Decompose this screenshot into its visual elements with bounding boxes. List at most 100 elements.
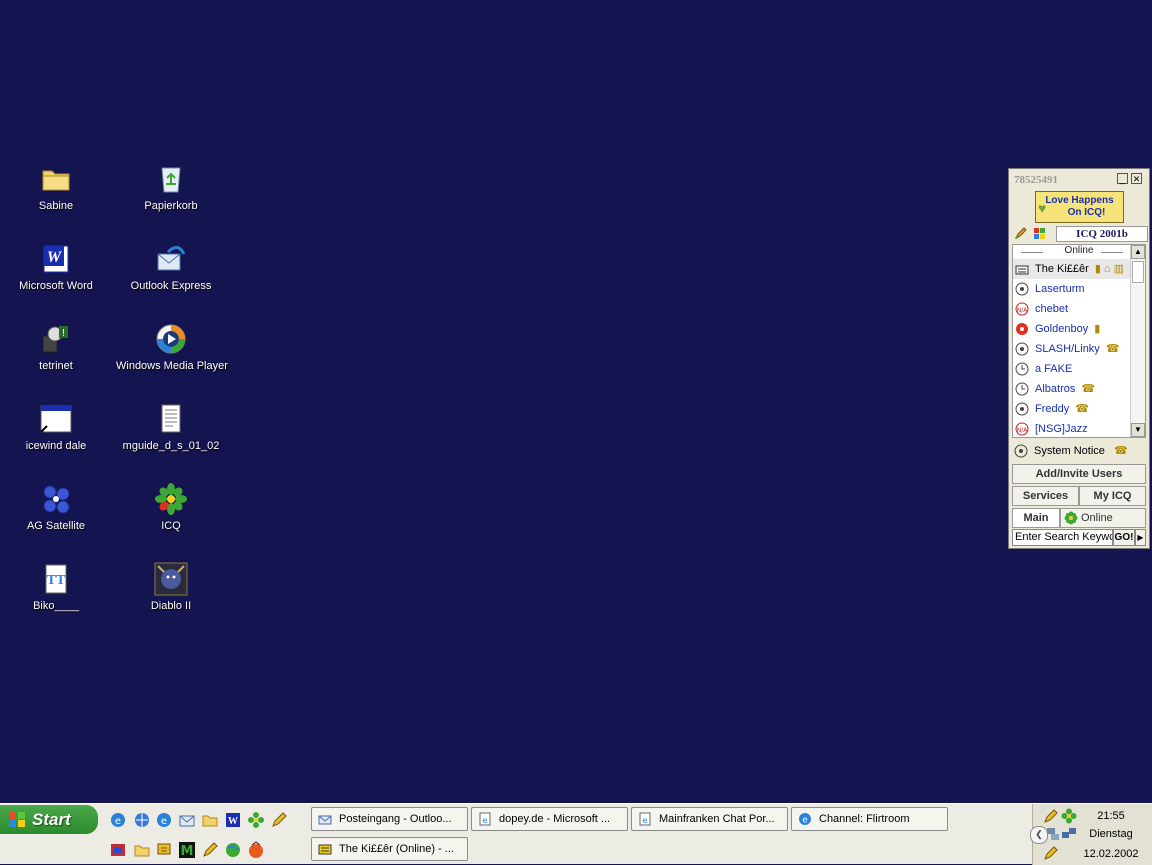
svg-text:W: W [228, 816, 238, 827]
pencil-tray-icon[interactable] [1043, 808, 1059, 824]
ie-quicklaunch-icon[interactable]: e [109, 811, 127, 829]
icq-ad-banner[interactable]: ♥ Love Happens On ICQ! [1035, 191, 1124, 223]
clock-day[interactable]: Dienstag [1081, 828, 1141, 840]
icq-flower-tray-icon[interactable] [1061, 808, 1077, 824]
desktop-icon-label: AG Satellite [26, 520, 86, 532]
icq-uin: 78525491 [1014, 174, 1058, 186]
contact-row[interactable]: N/A chebet [1013, 299, 1145, 319]
pencil-tray-icon[interactable] [1043, 845, 1059, 861]
contact-feature-icons: ☎ [1081, 383, 1096, 395]
start-button[interactable]: Start [0, 805, 98, 834]
desktop-icon-label: Windows Media Player [116, 360, 228, 372]
main-button[interactable]: Main [1012, 508, 1060, 528]
arrow-right-icon[interactable]: ▶ [1135, 529, 1146, 546]
desktop-icon-outlook-express[interactable]: Outlook Express [116, 242, 226, 292]
scroll-thumb[interactable] [1132, 261, 1144, 283]
group-header-online[interactable]: Online [1013, 245, 1145, 259]
ie-icon: e [799, 813, 811, 826]
task-button-channel-flirtroom[interactable]: e Channel: Flirtroom [791, 807, 948, 831]
app-quicklaunch-icon[interactable] [109, 841, 127, 859]
contact-name: SLASH/Linky [1035, 343, 1100, 355]
desktop-icon-diablo-ii[interactable]: Diablo II [116, 562, 226, 612]
scroll-down-icon[interactable]: ▼ [1131, 423, 1145, 437]
desktop-icon-biko[interactable]: TT Biko____ [1, 562, 111, 612]
pencil-quicklaunch-icon[interactable] [270, 811, 288, 829]
icq-contact-window: 78525491 _ ✕ ♥ Love Happens On ICQ! ICQ … [1008, 168, 1150, 549]
status-online-button[interactable]: Online [1060, 508, 1146, 528]
icq-quicklaunch-icon[interactable] [247, 811, 265, 829]
desktop-icon-papierkorb[interactable]: Papierkorb [116, 162, 226, 212]
desktop-icon-sabine[interactable]: Sabine [1, 162, 111, 212]
desktop-icon-microsoft-word[interactable]: W Microsoft Word [1, 242, 111, 292]
m-app-quicklaunch-icon[interactable]: M [178, 841, 196, 859]
add-invite-users-button[interactable]: Add/Invite Users [1012, 464, 1146, 484]
svg-text:e: e [115, 816, 121, 827]
flower-status-icon [1015, 342, 1029, 356]
task-label: The Ki££êr (Online) - ... [339, 843, 454, 855]
contact-row[interactable]: Albatros ☎ [1013, 379, 1145, 399]
contact-row[interactable]: N/A [NSG]Jazz [1013, 419, 1145, 437]
desktop-icon-label: Biko____ [33, 600, 79, 612]
game-quicklaunch-icon[interactable] [247, 841, 265, 859]
contact-list-scrollbar[interactable]: ▲ ▼ [1130, 245, 1145, 437]
svg-text:e: e [161, 816, 167, 827]
ie-quicklaunch-icon[interactable]: e [155, 811, 173, 829]
task-button-posteingang[interactable]: Posteingang - Outloo... [311, 807, 468, 831]
keyboard-status-icon [1015, 265, 1029, 275]
ie-page-icon: e [639, 812, 651, 826]
contact-list[interactable]: Online The Ki££êr ▮ ⌂ ▥ Laserturm N/A che… [1012, 244, 1146, 438]
flower-red-status-icon [1016, 323, 1028, 335]
na-status-icon: N/A [1015, 422, 1029, 436]
desktop-icon-icq[interactable]: ICQ [116, 482, 226, 532]
color-grid-icon[interactable] [1033, 227, 1046, 240]
na-status-icon: N/A [1015, 302, 1029, 316]
contact-row[interactable]: Goldenboy ▮ [1013, 319, 1145, 339]
contact-row[interactable]: a FAKE [1013, 359, 1145, 379]
contact-row[interactable]: Freddy ☎ [1013, 399, 1145, 419]
pencil-icon[interactable] [1014, 227, 1027, 240]
globe-quicklaunch-icon[interactable] [224, 841, 242, 859]
desktop-icon-label: Papierkorb [144, 200, 198, 212]
close-button[interactable]: ✕ [1131, 173, 1142, 184]
folder-quicklaunch-icon[interactable] [133, 841, 151, 859]
clock-date[interactable]: 12.02.2002 [1081, 848, 1141, 860]
globe-quicklaunch-icon[interactable] [133, 811, 151, 829]
task-button-icq-user[interactable]: The Ki££êr (Online) - ... [311, 837, 468, 861]
chat-quicklaunch-icon[interactable] [155, 841, 173, 859]
pencil-quicklaunch-icon[interactable] [201, 841, 219, 859]
folder-quicklaunch-icon[interactable] [201, 811, 219, 829]
desktop-icon-ag-satellite[interactable]: AG Satellite [1, 482, 111, 532]
my-icq-button[interactable]: My ICQ [1079, 486, 1146, 506]
minimize-button[interactable]: _ [1117, 173, 1128, 184]
icq-title-bar[interactable]: 78525491 _ ✕ [1009, 169, 1149, 189]
clock-time[interactable]: 21:55 [1081, 810, 1141, 822]
scroll-up-icon[interactable]: ▲ [1131, 245, 1145, 259]
desktop-icon-windows-media-player[interactable]: Windows Media Player [116, 322, 228, 372]
word-quicklaunch-icon[interactable]: W [224, 811, 242, 829]
svg-text:!: ! [61, 328, 65, 339]
go-button[interactable]: GO! [1113, 529, 1135, 546]
services-button[interactable]: Services [1012, 486, 1079, 506]
desktop-icon-mguide[interactable]: mguide_d_s_01_02 [116, 402, 226, 452]
desktop-icon-icewind-dale[interactable]: icewind dale [1, 402, 111, 452]
computers-tray-icon[interactable] [1061, 826, 1077, 842]
contact-row[interactable]: SLASH/Linky ☎ [1013, 339, 1145, 359]
contact-name: [NSG]Jazz [1035, 423, 1088, 435]
media-player-icon [156, 324, 186, 354]
network-tray-icon[interactable] [1045, 826, 1061, 842]
diablo-icon [154, 562, 188, 596]
contact-row[interactable]: The Ki££êr ▮ ⌂ ▥ [1013, 259, 1145, 279]
satellite-icon [43, 485, 70, 514]
contact-row[interactable]: Laserturm [1013, 279, 1145, 299]
task-button-mainfranken-chat[interactable]: e Mainfranken Chat Por... [631, 807, 788, 831]
search-input[interactable]: Enter Search Keywc [1012, 529, 1113, 546]
folder-icon [42, 170, 70, 191]
system-notice-row[interactable]: System Notice ☎ [1012, 441, 1146, 461]
desktop-icon-tetrinet[interactable]: ! tetrinet [1, 322, 111, 372]
outlook-express-icon [318, 815, 332, 825]
task-button-dopey[interactable]: e dopey.de - Microsoft ... [471, 807, 628, 831]
outlook-quicklaunch-icon[interactable] [178, 811, 196, 829]
word-icon: W [43, 245, 69, 273]
desktop-icon-label: mguide_d_s_01_02 [122, 440, 220, 452]
text-document-icon [161, 404, 181, 433]
